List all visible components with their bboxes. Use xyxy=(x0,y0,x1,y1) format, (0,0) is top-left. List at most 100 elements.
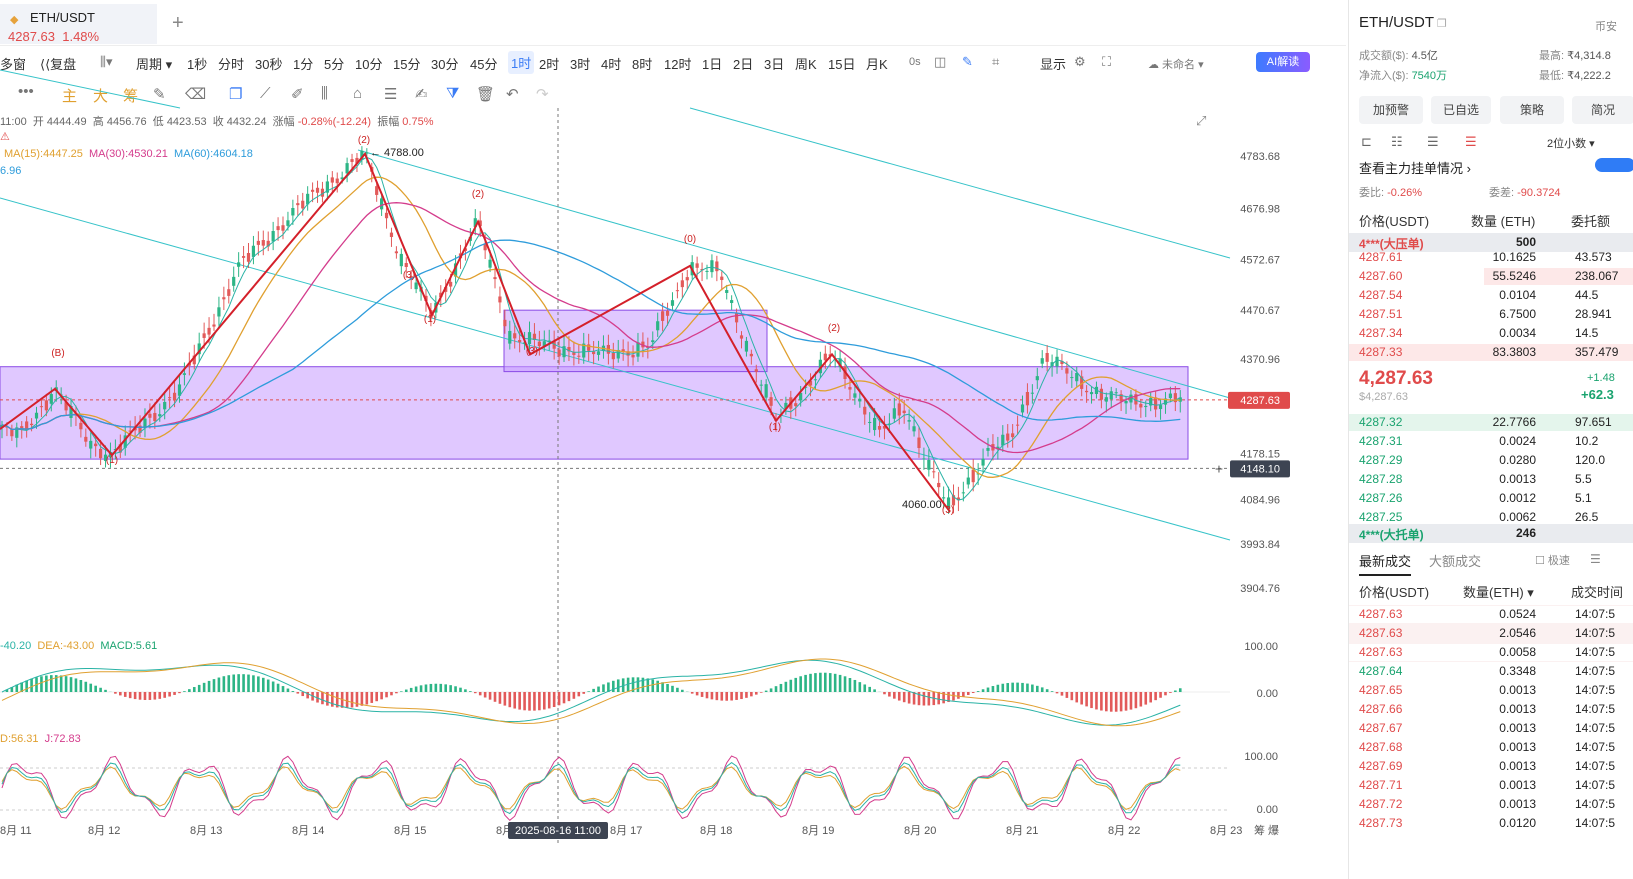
candle-body xyxy=(1124,400,1128,404)
macd-bar xyxy=(217,677,221,692)
macd-bar xyxy=(592,688,595,692)
macd-bar xyxy=(1100,692,1103,711)
ma-legend: MA(15):4447.25 MA(30):4530.21 MA(60):460… xyxy=(4,148,253,160)
price: 4287.29 xyxy=(1359,453,1403,467)
macd-bar xyxy=(232,674,236,692)
ask-row[interactable]: 4287.60 55.5246 238.067 xyxy=(1349,267,1633,286)
layout-asks-icon[interactable]: ☷ xyxy=(1391,134,1403,150)
trade-row[interactable]: 4287.71 0.0013 14:07:5 xyxy=(1349,776,1633,795)
main-orders-link[interactable]: 查看主力挂单情况 › xyxy=(1359,158,1471,177)
macd-bar xyxy=(957,692,960,699)
macd-bar xyxy=(449,685,452,692)
ask-row[interactable]: 4287.51 6.7500 28.941 xyxy=(1349,305,1633,324)
macd-bar xyxy=(1021,682,1024,692)
quantity: 0.0280 xyxy=(1499,453,1536,467)
macd-bar xyxy=(503,692,507,706)
inflow-stat: 净流入($): 7540万 xyxy=(1359,70,1448,82)
macd-bar xyxy=(296,692,300,694)
price: 4287.66 xyxy=(1359,702,1403,716)
price: 4287.69 xyxy=(1359,759,1403,773)
ob-header-qty: 数量 (ETH) xyxy=(1471,214,1536,229)
ask-row[interactable]: 4287.34 0.0034 14.5 xyxy=(1349,324,1633,343)
trade-row[interactable]: 4287.63 2.0546 14:07:5 xyxy=(1349,624,1633,643)
wave-label: (3) xyxy=(526,346,538,357)
macd-bar xyxy=(128,692,132,699)
tab-latest-trades[interactable]: 最新成交 xyxy=(1359,551,1412,576)
candle-body xyxy=(1070,377,1074,379)
macd-bar xyxy=(40,676,43,692)
macd-bar xyxy=(764,690,768,692)
layout-bids-icon[interactable]: ☰ xyxy=(1427,134,1439,150)
trade-row[interactable]: 4287.65 0.0013 14:07:5 xyxy=(1349,681,1633,700)
macd-bar xyxy=(858,682,862,692)
trades-filter-icon[interactable]: ☰ xyxy=(1590,552,1601,566)
copy-symbol-icon[interactable]: ❐ xyxy=(1437,17,1447,30)
trade-row[interactable]: 4287.63 0.0058 14:07:5 xyxy=(1349,643,1633,662)
candle-body xyxy=(227,289,231,296)
ask-row[interactable]: 4287.54 0.0104 44.5 xyxy=(1349,286,1633,305)
trade-row[interactable]: 4287.73 0.0120 14:07:5 xyxy=(1349,814,1633,833)
expand-icon[interactable]: ⤢ xyxy=(1196,113,1206,129)
bid-row[interactable]: 4287.28 0.0013 5.5 xyxy=(1349,470,1633,489)
strategy-button[interactable]: 策略 xyxy=(1500,96,1564,124)
macd-bar xyxy=(705,692,709,699)
quantity: 0.0013 xyxy=(1499,721,1536,735)
layout-depth-icon[interactable]: ☰ xyxy=(1465,134,1477,150)
order-diff: 委差: -90.3724 xyxy=(1489,187,1561,199)
fast-mode-checkbox[interactable]: ☐ 极速 xyxy=(1535,552,1570,568)
macd-bar xyxy=(395,692,398,694)
decimals-select[interactable]: 2位小数 ▾ xyxy=(1547,135,1595,151)
last-abs: +62.3 xyxy=(1581,387,1614,402)
candle-body xyxy=(734,313,739,323)
bid-row[interactable]: 4287.26 0.0012 5.1 xyxy=(1349,489,1633,508)
macd-bar xyxy=(828,673,832,692)
quantity: 0.0120 xyxy=(1499,816,1536,830)
macd-bar xyxy=(533,692,536,711)
bid-row[interactable]: 4287.29 0.0280 120.0 xyxy=(1349,451,1633,470)
macd-bar xyxy=(543,692,546,710)
macd-bar xyxy=(976,691,980,692)
candle-body xyxy=(725,290,729,293)
candle-body xyxy=(986,447,990,451)
trade-time: 14:07:5 xyxy=(1575,645,1616,659)
candle-body xyxy=(384,212,389,219)
bid-row[interactable]: 4287.25 0.0062 26.5 xyxy=(1349,508,1633,527)
y-axis-tick: 4676.98 xyxy=(1240,203,1280,215)
kline-chart[interactable]: (B) (1) (2) (3) (1) (2) (3) (0) (1) (2) (3) ← 4788.… xyxy=(0,0,1300,879)
ask-row[interactable]: 4287.33 83.3803 357.479 xyxy=(1349,343,1633,362)
channel-line-top xyxy=(689,107,1231,259)
macd-bar xyxy=(286,688,290,692)
trade-row[interactable]: 4287.72 0.0013 14:07:5 xyxy=(1349,795,1633,814)
candle-body xyxy=(1139,404,1143,408)
tab-big-trades[interactable]: 大额成交 xyxy=(1429,551,1481,570)
trade-row[interactable]: 4287.64 0.3348 14:07:5 xyxy=(1349,662,1633,681)
macd-bar xyxy=(893,692,896,699)
main-orders-toggle[interactable] xyxy=(1595,158,1633,172)
macd-bar xyxy=(769,688,773,692)
candle-body xyxy=(1011,433,1015,438)
kdj-legend: D:56.31 J:72.83 xyxy=(0,733,81,745)
watchlist-button[interactable]: 已自选 xyxy=(1431,96,1491,124)
candle-body xyxy=(897,403,901,416)
bid-row[interactable]: 4287.32 22.7766 97.651 xyxy=(1349,413,1633,432)
bid-row[interactable]: 4287.31 0.0024 10.2 xyxy=(1349,432,1633,451)
candle-body xyxy=(907,420,911,422)
candle-body xyxy=(246,253,251,262)
summary-button[interactable]: 简况 xyxy=(1572,96,1633,124)
trade-row[interactable]: 4287.66 0.0013 14:07:5 xyxy=(1349,700,1633,719)
trade-header-qty[interactable]: 数量(ETH) ▾ xyxy=(1463,582,1534,601)
macd-bar xyxy=(345,692,349,708)
trade-row[interactable]: 4287.68 0.0013 14:07:5 xyxy=(1349,738,1633,757)
macd-bar xyxy=(143,692,147,701)
add-alert-button[interactable]: 加预警 xyxy=(1359,96,1423,124)
trade-row[interactable]: 4287.67 0.0013 14:07:5 xyxy=(1349,719,1633,738)
order-total: 14.5 xyxy=(1575,326,1599,340)
trade-row[interactable]: 4287.63 0.0524 14:07:5 xyxy=(1349,605,1633,624)
macd-bar xyxy=(695,692,699,696)
candle-body xyxy=(695,263,699,268)
trade-row[interactable]: 4287.69 0.0013 14:07:5 xyxy=(1349,757,1633,776)
layout-both-icon[interactable]: ⊏ xyxy=(1361,134,1372,150)
ask-row[interactable]: 4287.61 10.1625 43.573 xyxy=(1349,248,1633,267)
candle-body xyxy=(749,353,753,357)
price: 4287.61 xyxy=(1359,250,1403,264)
